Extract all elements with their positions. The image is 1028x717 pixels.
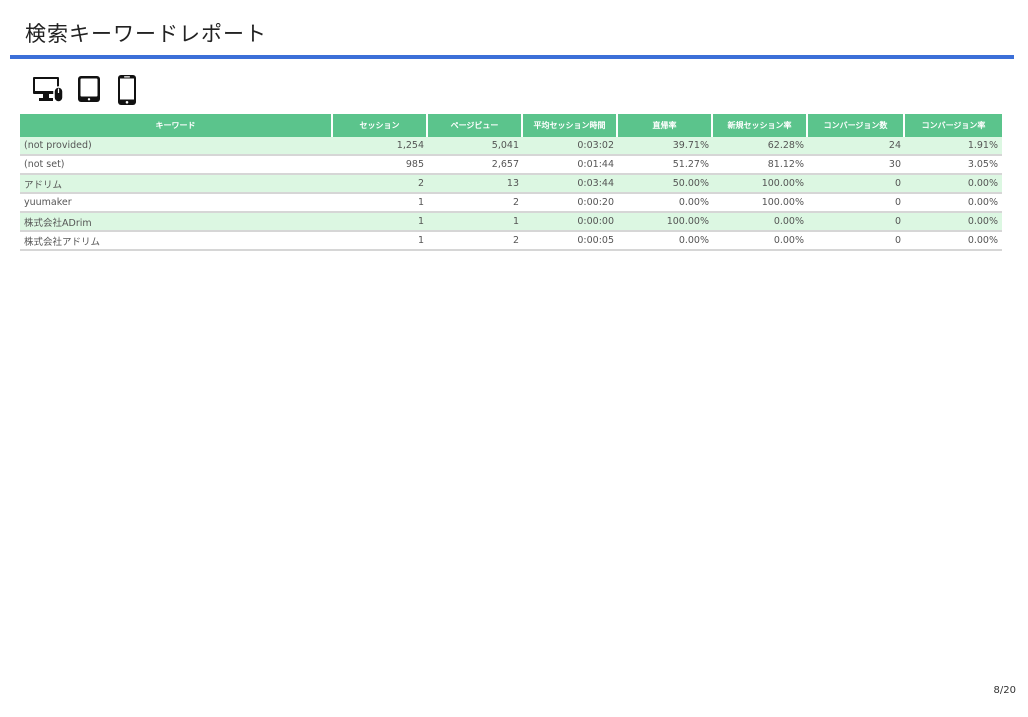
keyword-cell: (not provided) — [20, 137, 333, 156]
page-title: 検索キーワードレポート — [25, 22, 267, 46]
conversion-rate-cell: 0.00% — [905, 232, 1002, 251]
title-rule — [10, 55, 1014, 59]
desktop-icon[interactable] — [32, 76, 64, 104]
new-session-rate-cell: 62.28% — [713, 137, 808, 156]
new-session-rate-cell: 0.00% — [713, 213, 808, 232]
bounce-rate-cell: 50.00% — [618, 175, 713, 194]
sessions-cell: 1 — [333, 194, 428, 213]
column-header-pageviews[interactable]: ページビュー — [428, 114, 523, 137]
table-row: yuumaker 1 2 0:00:20 0.00% 100.00% 0 0.0… — [20, 194, 1002, 213]
pageviews-cell: 1 — [428, 213, 523, 232]
keyword-cell: 株式会社アドリム — [20, 232, 333, 251]
table-header-row: キーワード セッション ページビュー 平均セッション時間 直帰率 新規セッション… — [20, 114, 1002, 137]
conversion-rate-cell: 3.05% — [905, 156, 1002, 175]
table-row: (not provided) 1,254 5,041 0:03:02 39.71… — [20, 137, 1002, 156]
conversions-cell: 0 — [808, 175, 905, 194]
conversions-cell: 24 — [808, 137, 905, 156]
column-header-new-session-rate[interactable]: 新規セッション率 — [713, 114, 808, 137]
avg-session-duration-cell: 0:03:44 — [523, 175, 618, 194]
table-row: (not set) 985 2,657 0:01:44 51.27% 81.12… — [20, 156, 1002, 175]
pageviews-cell: 2,657 — [428, 156, 523, 175]
table-row: 株式会社ADrim 1 1 0:00:00 100.00% 0.00% 0 0.… — [20, 213, 1002, 232]
avg-session-duration-cell: 0:00:00 — [523, 213, 618, 232]
column-header-conversion-rate[interactable]: コンバージョン率 — [905, 114, 1002, 137]
new-session-rate-cell: 0.00% — [713, 232, 808, 251]
page-number: 8/20 — [993, 685, 1016, 696]
column-header-bounce-rate[interactable]: 直帰率 — [618, 114, 713, 137]
keyword-cell: yuumaker — [20, 194, 333, 213]
column-header-sessions[interactable]: セッション — [333, 114, 428, 137]
keyword-cell: アドリム — [20, 175, 333, 194]
sessions-cell: 1 — [333, 232, 428, 251]
bounce-rate-cell: 0.00% — [618, 194, 713, 213]
keyword-report-table: キーワード セッション ページビュー 平均セッション時間 直帰率 新規セッション… — [20, 114, 1002, 251]
conversions-cell: 30 — [808, 156, 905, 175]
conversions-cell: 0 — [808, 232, 905, 251]
conversion-rate-cell: 0.00% — [905, 213, 1002, 232]
new-session-rate-cell: 81.12% — [713, 156, 808, 175]
column-header-keyword[interactable]: キーワード — [20, 114, 333, 137]
sessions-cell: 985 — [333, 156, 428, 175]
new-session-rate-cell: 100.00% — [713, 175, 808, 194]
pageviews-cell: 2 — [428, 194, 523, 213]
column-header-avg-session-duration[interactable]: 平均セッション時間 — [523, 114, 618, 137]
keyword-cell: (not set) — [20, 156, 333, 175]
conversion-rate-cell: 1.91% — [905, 137, 1002, 156]
conversions-cell: 0 — [808, 194, 905, 213]
bounce-rate-cell: 0.00% — [618, 232, 713, 251]
pageviews-cell: 13 — [428, 175, 523, 194]
conversion-rate-cell: 0.00% — [905, 175, 1002, 194]
smartphone-icon[interactable] — [116, 74, 138, 106]
conversion-rate-cell: 0.00% — [905, 194, 1002, 213]
bounce-rate-cell: 39.71% — [618, 137, 713, 156]
conversions-cell: 0 — [808, 213, 905, 232]
pageviews-cell: 5,041 — [428, 137, 523, 156]
avg-session-duration-cell: 0:00:05 — [523, 232, 618, 251]
column-header-conversions[interactable]: コンバージョン数 — [808, 114, 905, 137]
bounce-rate-cell: 51.27% — [618, 156, 713, 175]
new-session-rate-cell: 100.00% — [713, 194, 808, 213]
sessions-cell: 1 — [333, 213, 428, 232]
pageviews-cell: 2 — [428, 232, 523, 251]
avg-session-duration-cell: 0:03:02 — [523, 137, 618, 156]
sessions-cell: 1,254 — [333, 137, 428, 156]
table-row: アドリム 2 13 0:03:44 50.00% 100.00% 0 0.00% — [20, 175, 1002, 194]
sessions-cell: 2 — [333, 175, 428, 194]
table-row: 株式会社アドリム 1 2 0:00:05 0.00% 0.00% 0 0.00% — [20, 232, 1002, 251]
avg-session-duration-cell: 0:01:44 — [523, 156, 618, 175]
tablet-icon[interactable] — [76, 75, 102, 103]
keyword-cell: 株式会社ADrim — [20, 213, 333, 232]
avg-session-duration-cell: 0:00:20 — [523, 194, 618, 213]
bounce-rate-cell: 100.00% — [618, 213, 713, 232]
